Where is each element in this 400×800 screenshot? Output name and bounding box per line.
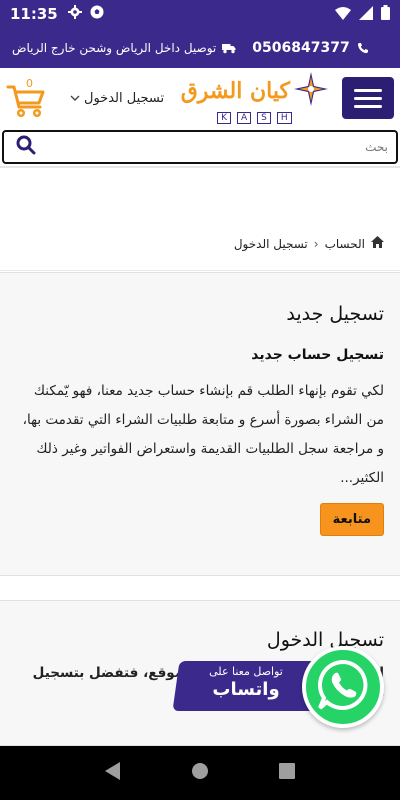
continue-button[interactable]: متابعة xyxy=(319,503,384,536)
soccer-ball-icon xyxy=(90,5,104,23)
phone-number[interactable]: 0506847377 xyxy=(252,40,349,56)
logo-latin-letters: K A S H xyxy=(217,112,292,124)
system-nav-bar xyxy=(0,746,400,800)
whatsapp-button[interactable] xyxy=(302,646,384,728)
recent-apps-icon[interactable] xyxy=(279,763,295,783)
login-label: تسجيل الدخول xyxy=(84,90,165,106)
breadcrumb-login[interactable]: تسجيل الدخول xyxy=(234,237,308,251)
home-icon[interactable] xyxy=(371,236,384,251)
hamburger-line xyxy=(354,88,382,92)
whatsapp-line1: تواصل معنا على xyxy=(209,665,283,678)
status-bar: 11:35 xyxy=(0,0,400,28)
whatsapp-line2: واتساب xyxy=(212,679,280,700)
info-bar: 0506847377 توصيل داخل الرياض وشحن خارج ا… xyxy=(0,28,400,68)
chevron-down-icon xyxy=(70,91,80,106)
phone-icon xyxy=(356,41,370,55)
settings-icon xyxy=(67,5,82,23)
search-bar xyxy=(0,128,400,168)
header: 0 تسجيل الدخول كيان الشرق K A S H xyxy=(0,68,400,128)
breadcrumb: الحساب ‹ تسجيل الدخول xyxy=(234,236,384,251)
cart-button[interactable]: 0 xyxy=(6,75,52,121)
section-gap xyxy=(0,578,400,600)
cart-count: 0 xyxy=(26,77,33,90)
search-box xyxy=(2,130,398,164)
breadcrumb-account[interactable]: الحساب xyxy=(325,237,365,251)
battery-icon xyxy=(381,4,390,24)
status-time: 11:35 xyxy=(10,5,58,23)
search-input[interactable] xyxy=(40,140,388,154)
register-description: لكي تقوم بإنهاء الطلب قم بإنشاء حساب جدي… xyxy=(22,383,384,486)
login-dropdown[interactable]: تسجيل الدخول xyxy=(70,91,164,106)
hamburger-menu-button[interactable] xyxy=(342,77,394,119)
home-circle-icon[interactable] xyxy=(191,762,209,784)
hamburger-line xyxy=(354,104,382,108)
search-button[interactable] xyxy=(12,133,40,161)
hamburger-line xyxy=(354,96,382,100)
register-subtitle: تسجيل حساب جديد xyxy=(251,347,384,363)
wifi-icon xyxy=(335,5,351,24)
logo[interactable]: كيان الشرق K A S H xyxy=(181,72,328,124)
whatsapp-icon xyxy=(315,657,371,717)
search-icon xyxy=(16,135,36,159)
register-title: تسجيل جديد xyxy=(286,303,384,325)
register-card: تسجيل جديد تسجيل حساب جديد لكي تقوم بإنه… xyxy=(0,272,400,576)
signal-icon xyxy=(359,5,373,24)
divider xyxy=(0,270,400,271)
back-icon[interactable] xyxy=(105,762,121,784)
whatsapp-banner-text[interactable]: تواصل معنا على واتساب xyxy=(186,665,306,700)
compass-star-icon xyxy=(294,72,328,110)
breadcrumb-chevron-icon: ‹ xyxy=(313,236,319,251)
delivery-text: توصيل داخل الرياض وشحن خارج الرياض xyxy=(12,41,217,55)
logo-arabic-text: كيان الشرق xyxy=(180,78,290,104)
truck-icon xyxy=(222,41,236,55)
